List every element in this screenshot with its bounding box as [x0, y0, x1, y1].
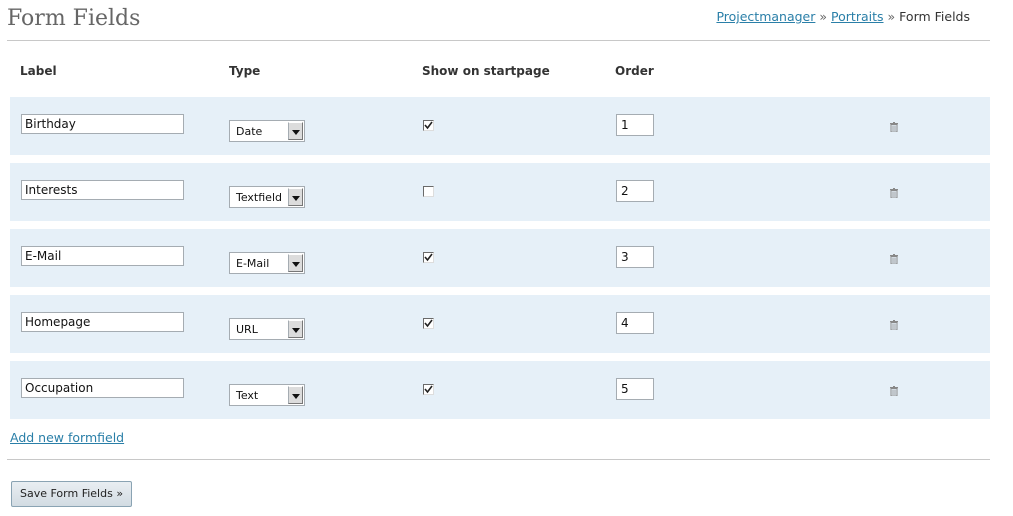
- breadcrumb-separator: »: [887, 9, 896, 24]
- show-on-startpage-checkbox[interactable]: [423, 252, 434, 263]
- order-input[interactable]: 2: [616, 180, 654, 202]
- trash-icon[interactable]: [890, 253, 898, 265]
- dropdown-arrow-icon[interactable]: [288, 122, 303, 140]
- breadcrumb-link-projectmanager[interactable]: Projectmanager: [716, 9, 815, 24]
- type-select-value: E-Mail: [236, 257, 270, 270]
- breadcrumb-link-portraits[interactable]: Portraits: [831, 9, 883, 24]
- table-row: Interests Textfield 2: [10, 163, 990, 221]
- table-row: Birthday Date 1: [10, 97, 990, 155]
- dropdown-arrow-icon[interactable]: [288, 320, 303, 338]
- table-row: Homepage URL 4: [10, 295, 990, 353]
- type-select[interactable]: E-Mail: [229, 252, 305, 274]
- breadcrumb: Projectmanager» Portraits» Form Fields: [716, 9, 970, 24]
- type-select-value: URL: [236, 323, 258, 336]
- dropdown-arrow-icon[interactable]: [288, 254, 303, 272]
- label-input[interactable]: Homepage: [21, 312, 184, 332]
- type-select-value: Date: [236, 125, 263, 138]
- trash-icon[interactable]: [890, 121, 898, 133]
- type-select[interactable]: Textfield: [229, 186, 305, 208]
- type-select[interactable]: Text: [229, 384, 305, 406]
- breadcrumb-separator: »: [819, 9, 828, 24]
- column-header-label: Label: [20, 64, 57, 78]
- column-header-show-on-startpage: Show on startpage: [422, 64, 550, 78]
- save-form-fields-button[interactable]: Save Form Fields »: [11, 481, 133, 507]
- order-input[interactable]: 3: [616, 246, 654, 268]
- type-select-value: Textfield: [236, 191, 282, 204]
- label-input[interactable]: Occupation: [21, 378, 184, 398]
- column-header-type: Type: [229, 64, 261, 78]
- dropdown-arrow-icon[interactable]: [288, 188, 303, 206]
- order-input[interactable]: 1: [616, 114, 654, 136]
- checkmark-icon: [424, 385, 433, 394]
- footer-divider: [7, 459, 990, 460]
- header-divider: [7, 40, 990, 41]
- checkmark-icon: [424, 253, 433, 262]
- table-row: E-Mail E-Mail 3: [10, 229, 990, 287]
- page-title: Form Fields: [7, 6, 141, 31]
- show-on-startpage-checkbox[interactable]: [423, 384, 434, 395]
- type-select-value: Text: [236, 389, 259, 402]
- type-select[interactable]: URL: [229, 318, 305, 340]
- column-header-order: Order: [615, 64, 654, 78]
- trash-icon[interactable]: [890, 187, 898, 199]
- checkmark-icon: [424, 121, 433, 130]
- label-input[interactable]: E-Mail: [21, 246, 184, 266]
- breadcrumb-current: Form Fields: [899, 9, 970, 24]
- type-select[interactable]: Date: [229, 120, 305, 142]
- order-input[interactable]: 4: [616, 312, 654, 334]
- label-input[interactable]: Birthday: [21, 114, 184, 134]
- dropdown-arrow-icon[interactable]: [288, 386, 303, 404]
- add-new-formfield-link[interactable]: Add new formfield: [10, 430, 124, 445]
- label-input[interactable]: Interests: [21, 180, 184, 200]
- trash-icon[interactable]: [890, 385, 898, 397]
- table-row: Occupation Text 5: [10, 361, 990, 419]
- show-on-startpage-checkbox[interactable]: [423, 120, 434, 131]
- show-on-startpage-checkbox[interactable]: [423, 318, 434, 329]
- trash-icon[interactable]: [890, 319, 898, 331]
- order-input[interactable]: 5: [616, 378, 654, 400]
- show-on-startpage-checkbox[interactable]: [423, 186, 434, 197]
- checkmark-icon: [424, 319, 433, 328]
